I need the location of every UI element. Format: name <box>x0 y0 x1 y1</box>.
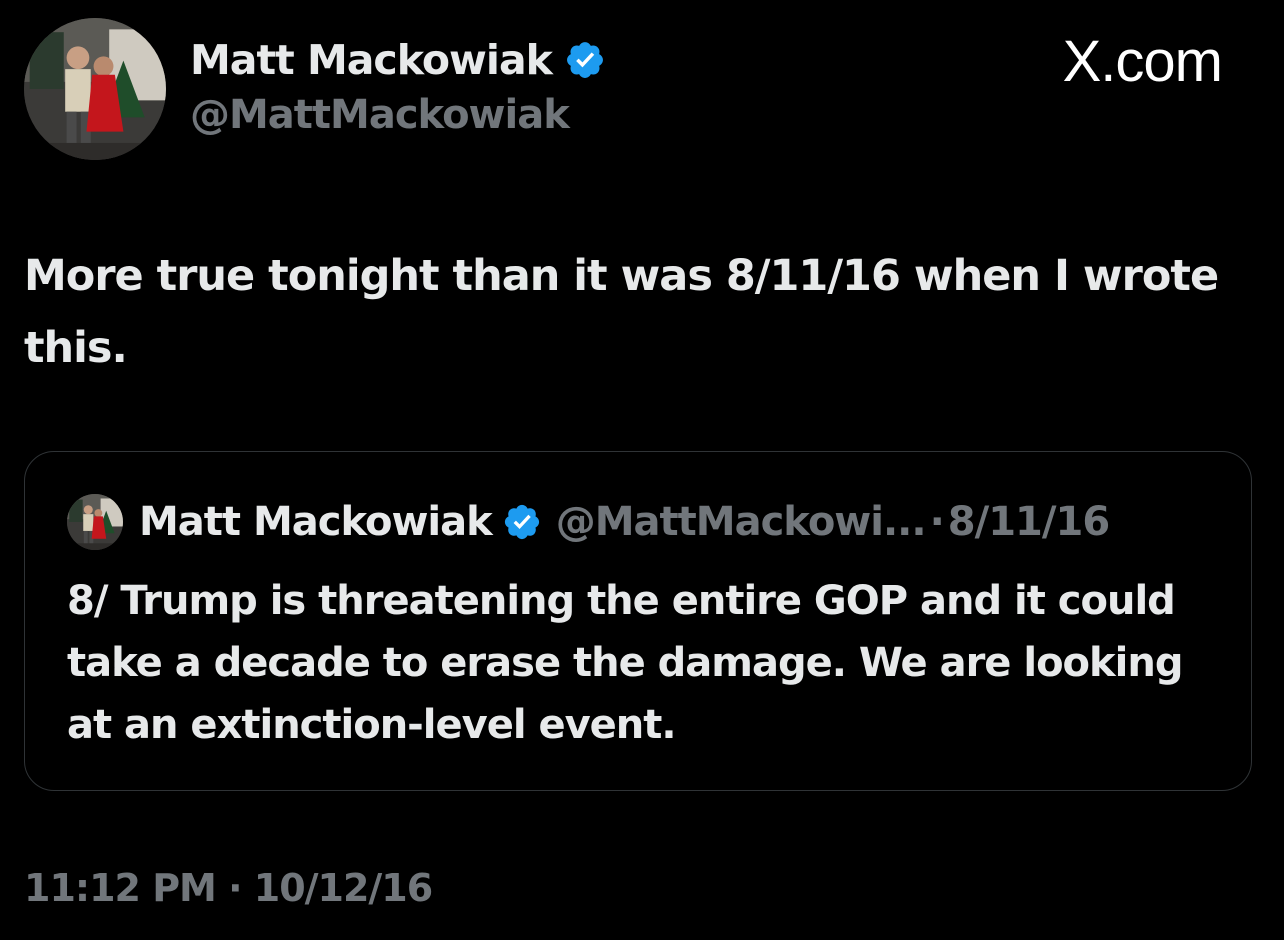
profile-photo-icon <box>67 494 123 550</box>
tweet-time: 11:12 PM <box>24 866 217 910</box>
quoted-author-handle: @MattMackowi... <box>555 499 927 545</box>
tweet-date: 10/12/16 <box>253 866 433 910</box>
author-name-row: Matt Mackowiak <box>190 34 606 86</box>
x-brand-label: X.com <box>1062 29 1223 94</box>
verified-badge-icon <box>502 502 542 542</box>
timestamp-separator: · <box>228 866 242 910</box>
author-avatar[interactable] <box>24 18 166 160</box>
quoted-tweet-text: 8/ Trump is threatening the entire GOP a… <box>67 578 1183 748</box>
quoted-separator: · <box>929 499 945 545</box>
verified-badge-icon <box>564 39 606 81</box>
tweet-text: More true tonight than it was 8/11/16 wh… <box>24 251 1219 373</box>
author-handle[interactable]: @MattMackowiak <box>190 92 570 138</box>
quoted-date: 8/11/16 <box>947 499 1110 545</box>
quoted-tweet-card[interactable]: Matt Mackowiak @MattMackowi... · 8/11/16… <box>24 451 1252 791</box>
quoted-author-avatar <box>67 494 123 550</box>
author-name[interactable]: Matt Mackowiak <box>190 36 553 84</box>
tweet-timestamp[interactable]: 11:12 PM · 10/12/16 <box>24 866 433 910</box>
quoted-tweet-header: Matt Mackowiak @MattMackowi... · 8/11/16 <box>139 492 1110 552</box>
quoted-author-name: Matt Mackowiak <box>139 499 493 545</box>
profile-photo-icon <box>24 18 166 160</box>
